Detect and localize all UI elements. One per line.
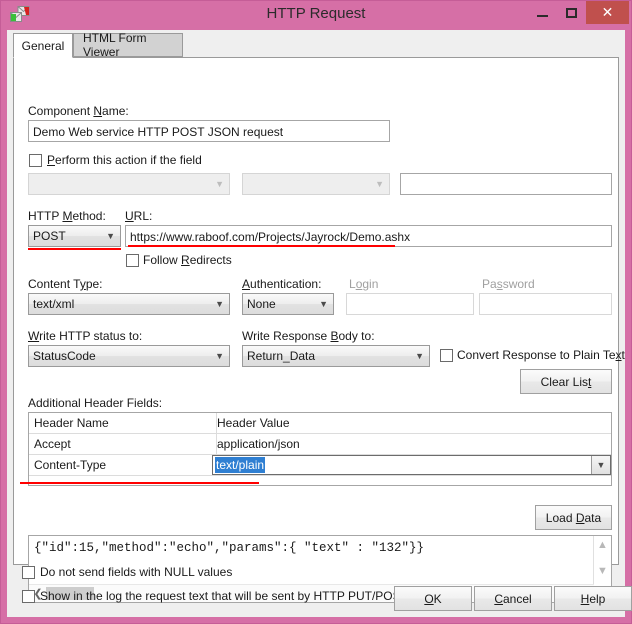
write-body-label: Write Response Body to: — [242, 329, 375, 343]
minimize-icon — [537, 15, 548, 17]
tab-general[interactable]: General — [13, 33, 73, 58]
table-row[interactable]: Content-Type text/plain ▼ — [29, 455, 611, 476]
http-method-highlight — [28, 248, 121, 250]
authentication-label: Authentication: — [242, 277, 322, 291]
convert-plain-text-checkbox[interactable] — [440, 349, 453, 362]
chevron-down-icon: ▼ — [319, 299, 328, 309]
clear-list-button[interactable]: Clear List — [520, 369, 612, 394]
header-value-editor[interactable]: text/plain ▼ — [212, 455, 611, 475]
password-label: Password — [482, 277, 535, 291]
chevron-down-icon: ▼ — [106, 231, 115, 241]
grid-header-row: Header Name Header Value — [29, 413, 611, 434]
ok-label: OK — [424, 591, 442, 606]
login-label: Login — [349, 277, 379, 291]
write-status-value: StatusCode — [33, 349, 96, 363]
column-header-name: Header Name — [29, 413, 217, 433]
ok-button[interactable]: OK — [394, 586, 472, 611]
general-tab-page: Component Name: Demo Web service HTTP PO… — [13, 57, 625, 603]
no-null-fields-checkbox[interactable] — [22, 566, 35, 579]
condition-value-input[interactable] — [400, 173, 612, 195]
condition-field-combo[interactable]: ▼ — [28, 173, 230, 195]
row-header-name: Content-Type — [29, 455, 217, 475]
dialog-footer: Do not send fields with NULL values Show… — [13, 561, 632, 613]
clear-list-label: Clear List — [540, 374, 592, 389]
component-name-input[interactable]: Demo Web service HTTP POST JSON request — [28, 120, 390, 142]
follow-redirects-label: Follow Redirects — [143, 253, 232, 267]
authentication-combo[interactable]: None ▼ — [242, 293, 334, 315]
help-label: Help — [580, 591, 606, 606]
chevron-down-icon[interactable]: ▼ — [591, 456, 610, 474]
no-null-fields-label: Do not send fields with NULL values — [40, 565, 233, 579]
maximize-icon — [566, 7, 577, 18]
convert-plain-text-label: Convert Response to Plain Text — [457, 348, 625, 362]
write-status-combo[interactable]: StatusCode ▼ — [28, 345, 230, 367]
table-row[interactable]: Accept application/json — [29, 434, 611, 455]
follow-redirects-checkbox[interactable] — [126, 254, 139, 267]
http-method-value: POST — [33, 229, 66, 243]
header-fields-grid[interactable]: Header Name Header Value Accept applicat… — [28, 412, 612, 486]
tab-html-form-viewer-label: HTML Form Viewer — [83, 31, 147, 59]
request-body-text[interactable]: {"id":15,"method":"echo","params":{ "tex… — [34, 541, 589, 555]
perform-action-checkbox[interactable] — [29, 154, 42, 167]
cancel-button[interactable]: Cancel — [474, 586, 552, 611]
write-status-label: Write HTTP status to: — [28, 329, 143, 343]
write-body-value: Return_Data — [247, 349, 316, 363]
url-label: URL: — [125, 209, 153, 223]
tab-html-form-viewer[interactable]: HTML Form Viewer — [73, 31, 183, 59]
additional-headers-label: Additional Header Fields: — [28, 396, 163, 410]
chevron-down-icon: ▼ — [415, 351, 424, 361]
close-button[interactable]: ✕ — [586, 1, 629, 24]
write-body-combo[interactable]: Return_Data ▼ — [242, 345, 430, 367]
show-in-log-checkbox[interactable] — [22, 590, 35, 603]
client-area: General HTML Form Viewer Component Name:… — [7, 30, 632, 617]
row-header-value[interactable]: application/json — [212, 434, 611, 454]
column-header-value: Header Value — [217, 416, 290, 430]
chevron-down-icon: ▼ — [375, 179, 384, 189]
content-type-value: text/xml — [33, 297, 75, 311]
maximize-button[interactable] — [557, 1, 586, 24]
content-type-label: Content Type: — [28, 277, 103, 291]
http-request-window: HTTP Request ✕ General HTML Form Viewer … — [0, 0, 632, 624]
chevron-down-icon: ▼ — [215, 351, 224, 361]
row-header-name: Accept — [29, 434, 217, 454]
tab-general-label: General — [21, 38, 65, 53]
condition-operator-combo[interactable]: ▼ — [242, 173, 390, 195]
password-input[interactable] — [479, 293, 612, 315]
http-method-label: HTTP Method: — [28, 209, 106, 223]
content-type-row-highlight — [20, 482, 259, 484]
chevron-down-icon: ▼ — [215, 299, 224, 309]
http-method-combo[interactable]: POST ▼ — [28, 225, 121, 247]
minimize-button[interactable] — [528, 1, 557, 24]
load-data-label: Load Data — [545, 510, 602, 525]
url-highlight — [128, 245, 395, 247]
help-button[interactable]: Help — [554, 586, 632, 611]
header-value-selected-text: text/plain — [215, 457, 266, 473]
show-in-log-label: Show in the log the request text that wi… — [40, 589, 408, 603]
login-input[interactable] — [346, 293, 474, 315]
title-bar[interactable]: HTTP Request ✕ — [1, 1, 631, 30]
cancel-label: Cancel — [494, 591, 532, 606]
url-input[interactable]: https://www.raboof.com/Projects/Jayrock/… — [125, 225, 612, 247]
authentication-value: None — [247, 297, 276, 311]
close-icon: ✕ — [601, 4, 614, 20]
perform-action-label: Perform this action if the field — [47, 153, 202, 167]
scroll-up-icon[interactable]: ▲ — [594, 538, 611, 552]
content-type-combo[interactable]: text/xml ▼ — [28, 293, 230, 315]
component-name-label: Component Name: — [28, 104, 129, 118]
chevron-down-icon: ▼ — [215, 179, 224, 189]
load-data-button[interactable]: Load Data — [535, 505, 612, 530]
